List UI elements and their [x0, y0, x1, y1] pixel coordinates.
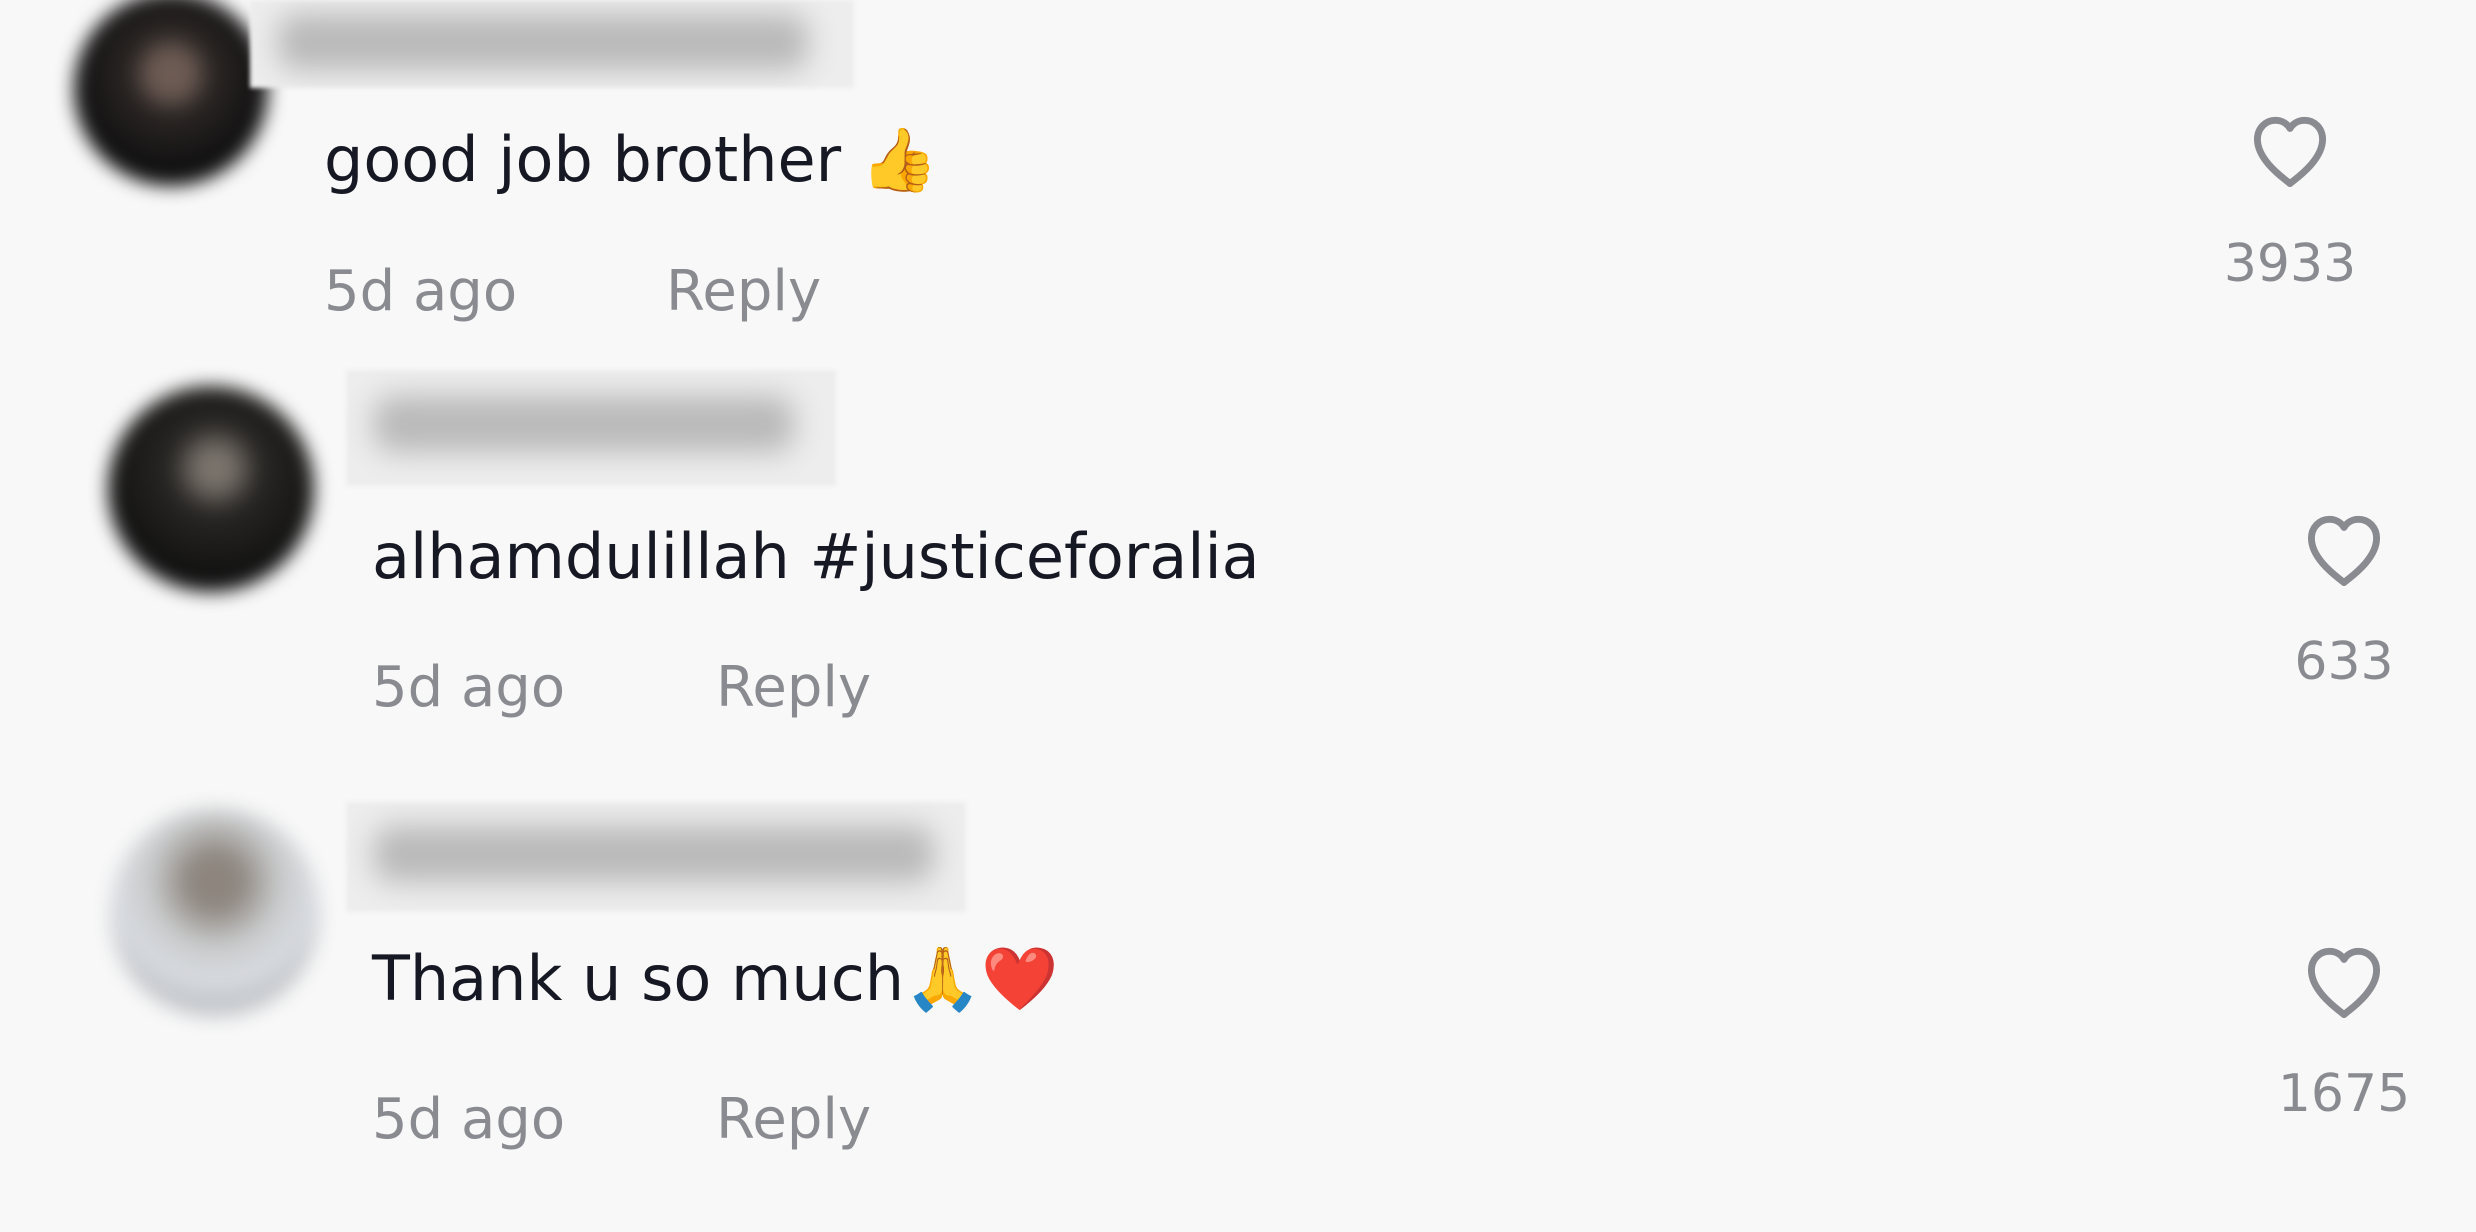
comment-timestamp: 5d ago	[372, 1087, 566, 1152]
heart-outline-icon[interactable]	[2298, 936, 2390, 1028]
like-count: 633	[2294, 632, 2394, 692]
comment-text: alhamdulillah #justiceforalia	[372, 520, 1260, 593]
like-count: 1675	[2277, 1064, 2411, 1124]
heart-outline-icon[interactable]	[2298, 504, 2390, 596]
comment-item-3: Thank u so much🙏❤️ 5d ago Reply 1675	[0, 790, 2476, 1232]
like-count: 3933	[2223, 234, 2357, 294]
reply-button[interactable]: Reply	[716, 1092, 871, 1148]
reply-button[interactable]: Reply	[666, 264, 821, 320]
commenter-username[interactable]	[346, 370, 836, 486]
comment-item-1: good job brother 👍 5d ago Reply 3933	[0, 0, 2476, 380]
commenter-username[interactable]	[250, 0, 854, 88]
commenter-avatar[interactable]	[108, 386, 314, 592]
comment-text: Thank u so much🙏❤️	[372, 942, 1059, 1015]
commenter-username[interactable]	[346, 802, 966, 912]
comment-item-2: alhamdulillah #justiceforalia 5d ago Rep…	[0, 360, 2476, 790]
reply-button[interactable]: Reply	[716, 660, 871, 716]
comment-text: good job brother 👍	[324, 123, 939, 196]
commenter-avatar[interactable]	[74, 0, 268, 186]
commenter-avatar[interactable]	[110, 808, 320, 1018]
comment-timestamp: 5d ago	[324, 259, 518, 324]
comment-timestamp: 5d ago	[372, 655, 566, 720]
heart-outline-icon[interactable]	[2244, 105, 2336, 197]
